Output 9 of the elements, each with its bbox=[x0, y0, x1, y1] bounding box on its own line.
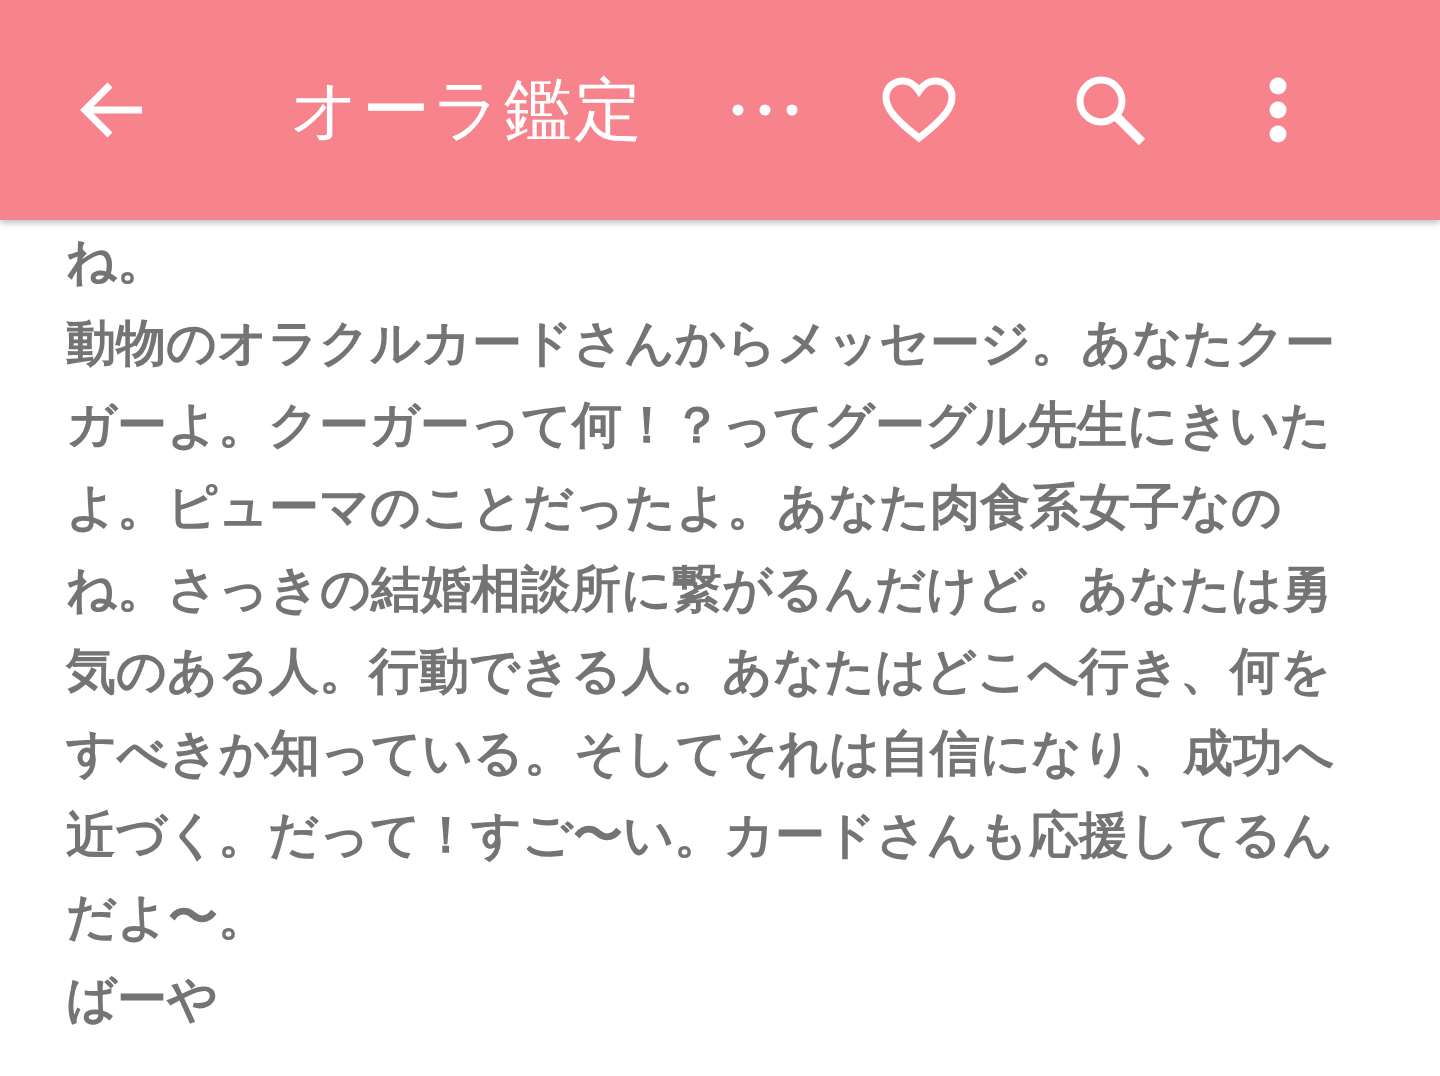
back-arrow-icon[interactable] bbox=[80, 82, 144, 138]
more-vertical-icon[interactable] bbox=[1268, 77, 1288, 143]
search-icon[interactable] bbox=[1074, 74, 1146, 146]
more-horizontal-icon[interactable] bbox=[732, 104, 798, 116]
app-title: オーラ鑑定 bbox=[290, 68, 644, 151]
message-text: 動物のオラクルカードさんからメッセージ。あなたクーガーよ。クーガーって何！？ってグーグル先生にきいたよ。ピューマのことだったよ。あなた肉食系女子なのね。さっきの結婚相談所に繋がるんだけど。あなたは勇気のある人。行動できる人。あなたはどこへ行き、何をすべきか知っている。そしてそれは自信になり、成功へ近づく。だって！すご〜い。カードさんも応援してるんだよ〜。 bbox=[66, 313, 1336, 948]
message-text: ばーや bbox=[66, 969, 219, 1030]
heart-icon[interactable] bbox=[882, 77, 956, 143]
message-text: ね。 bbox=[66, 231, 168, 292]
